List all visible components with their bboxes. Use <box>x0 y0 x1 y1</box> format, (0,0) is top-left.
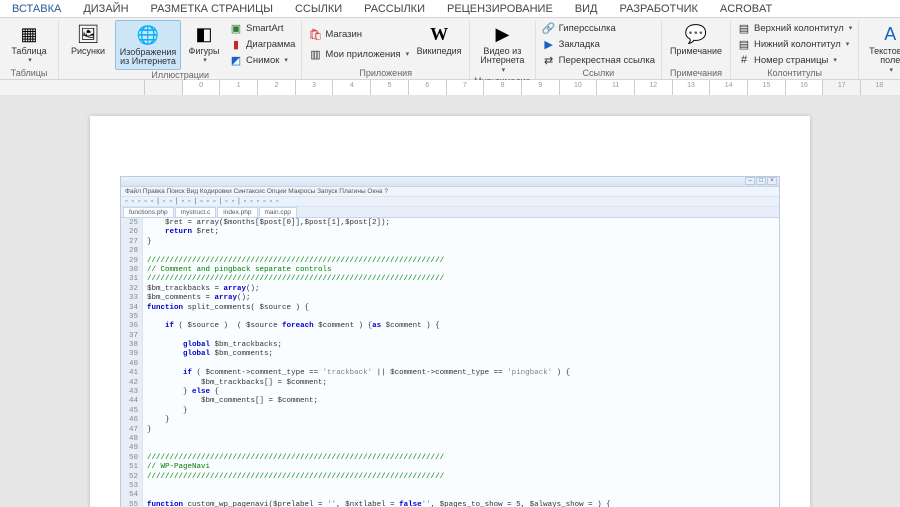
header-icon: ▤ <box>737 21 751 35</box>
group-tables: ▦ Таблица ▾ Таблицы <box>0 20 59 79</box>
tab-дизайн[interactable]: ДИЗАЙН <box>79 1 132 17</box>
label: Фигуры <box>188 47 219 56</box>
video-icon: ▶ <box>490 22 514 46</box>
chart-button[interactable]: ▮Диаграмма <box>227 36 297 52</box>
screenshot-icon: ◩ <box>229 53 243 67</box>
wikipedia-icon: W <box>427 22 451 46</box>
label: Закладка <box>559 39 600 50</box>
label: SmartArt <box>246 23 283 34</box>
store-button[interactable]: 🛍Магазин <box>306 26 411 42</box>
label: Нижний колонтитул <box>754 39 841 50</box>
document-area: – □ × Файл Правка Поиск Вид Кодировки Си… <box>0 96 900 507</box>
table-button[interactable]: ▦ Таблица ▾ <box>4 20 54 66</box>
label: Видео из Интернета <box>476 47 528 66</box>
group-apps: 🛍Магазин ▥Мои приложения▾ W Википедия Пр… <box>302 20 470 79</box>
pictures-button[interactable]: 🖼 Рисунки <box>63 20 113 58</box>
bookmark-button[interactable]: ▶Закладка <box>540 36 657 52</box>
label: Википедия <box>417 47 462 56</box>
max-icon: □ <box>756 177 766 185</box>
footer-icon: ▤ <box>737 37 751 51</box>
smartart-icon: ▣ <box>229 21 243 35</box>
apps-icon: ▥ <box>308 47 322 61</box>
ruler[interactable]: 0123456789101112131415161718 <box>0 80 900 96</box>
editor-tab: index.php <box>217 207 257 217</box>
smartart-button[interactable]: ▣SmartArt <box>227 20 297 36</box>
tab-acrobat[interactable]: ACROBAT <box>716 1 776 17</box>
myapps-button[interactable]: ▥Мои приложения▾ <box>306 46 411 62</box>
group-notes: 💬 Примечание Примечания <box>662 20 731 79</box>
tab-разработчик[interactable]: РАЗРАБОТЧИК <box>616 1 702 17</box>
label: Изображения из Интернета <box>118 48 178 67</box>
screenshot-button[interactable]: ◩Снимок▾ <box>227 52 297 68</box>
crossref-icon: ⇄ <box>542 53 556 67</box>
editor-titlebar: – □ × <box>121 177 779 187</box>
header-button[interactable]: ▤Верхний колонтитул▾ <box>735 20 854 36</box>
editor-tab: functions.php <box>123 207 174 217</box>
editor-tab: mystruct.c <box>175 207 217 217</box>
footer-button[interactable]: ▤Нижний колонтитул▾ <box>735 36 854 52</box>
source: $ret = array($months[$post[0]],$post[1],… <box>143 218 779 507</box>
shapes-icon: ◧ <box>192 22 216 46</box>
code-editor-screenshot: – □ × Файл Правка Поиск Вид Кодировки Си… <box>120 176 780 507</box>
hyperlink-button[interactable]: 🔗Гиперссылка <box>540 20 657 36</box>
label: Снимок <box>246 55 279 66</box>
group-label: Таблицы <box>11 68 48 79</box>
tab-вставка[interactable]: ВСТАВКА <box>8 1 65 17</box>
table-label: Таблица <box>11 47 46 56</box>
chart-icon: ▮ <box>229 37 243 51</box>
close-icon: × <box>767 177 777 185</box>
label: Магазин <box>325 29 362 40</box>
table-icon: ▦ <box>17 22 41 46</box>
comment-icon: 💬 <box>684 22 708 46</box>
comment-button[interactable]: 💬 Примечание <box>666 20 726 58</box>
crossref-button[interactable]: ⇄Перекрестная ссылка <box>540 52 657 68</box>
code-area: 2526272829303132333435363738394041424344… <box>121 218 779 507</box>
tab-разметка страницы[interactable]: РАЗМЕТКА СТРАНИЦЫ <box>147 1 277 17</box>
label: Перекрестная ссылка <box>559 55 655 66</box>
label: Диаграмма <box>246 39 295 50</box>
shapes-button[interactable]: ◧ Фигуры ▾ <box>183 20 225 66</box>
online-pictures-button[interactable]: 🌐 Изображения из Интернета <box>115 20 181 70</box>
editor-tab: main.cpp <box>259 207 297 217</box>
tab-ссылки[interactable]: ССЫЛКИ <box>291 1 346 17</box>
group-label: Ссылки <box>582 68 614 79</box>
bookmark-icon: ▶ <box>542 37 556 51</box>
label: Верхний колонтитул <box>754 23 844 34</box>
editor-menu: Файл Правка Поиск Вид Кодировки Синтакси… <box>121 187 779 197</box>
group-headfoot: ▤Верхний колонтитул▾ ▤Нижний колонтитул▾… <box>731 20 859 79</box>
pagenum-icon: # <box>737 53 751 67</box>
store-icon: 🛍 <box>308 27 322 41</box>
wikipedia-button[interactable]: W Википедия <box>413 20 465 58</box>
globe-icon: 🌐 <box>136 23 160 47</box>
group-label: Примечания <box>670 68 722 79</box>
editor-toolbar: ▫ ▫ ▫ ▫ ▫ | ▫ ▫ | ▫ ▫ | ▫ ▫ ▫ | ▫ ▫ | ▫ … <box>121 197 779 207</box>
tab-вид[interactable]: ВИД <box>571 1 602 17</box>
pagenum-button[interactable]: #Номер страницы▾ <box>735 52 854 68</box>
textbox-icon: A <box>878 22 900 46</box>
label: Номер страницы <box>754 55 828 66</box>
video-button[interactable]: ▶ Видео из Интернета ▾ <box>474 20 530 76</box>
page: – □ × Файл Правка Поиск Вид Кодировки Си… <box>90 116 810 507</box>
group-label: Приложения <box>359 68 412 79</box>
label: Гиперссылка <box>559 23 616 34</box>
min-icon: – <box>745 177 755 185</box>
picture-icon: 🖼 <box>76 22 100 46</box>
ribbon: ▦ Таблица ▾ Таблицы 🖼 Рисунки 🌐 Изображе… <box>0 18 900 80</box>
gutter: 2526272829303132333435363738394041424344… <box>121 218 143 507</box>
label: Рисунки <box>71 47 105 56</box>
tab-рассылки[interactable]: РАССЫЛКИ <box>360 1 429 17</box>
link-icon: 🔗 <box>542 21 556 35</box>
group-links: 🔗Гиперссылка ▶Закладка ⇄Перекрестная ссы… <box>536 20 662 79</box>
group-text: A Текстовое поле ▾ ▦▾ A▾ A▾ ✎▾ 📅 ▢▾ Текс… <box>859 20 900 79</box>
label: Мои приложения <box>325 49 400 60</box>
label: Примечание <box>670 47 722 56</box>
group-illustrations: 🖼 Рисунки 🌐 Изображения из Интернета ◧ Ф… <box>59 20 302 79</box>
tab-рецензирование[interactable]: РЕЦЕНЗИРОВАНИЕ <box>443 1 557 17</box>
label: Текстовое поле <box>865 47 900 66</box>
group-media: ▶ Видео из Интернета ▾ Мультимедиа <box>470 20 536 79</box>
textbox-button[interactable]: A Текстовое поле ▾ <box>863 20 900 76</box>
editor-tabs: functions.phpmystruct.cindex.phpmain.cpp <box>121 207 779 218</box>
ribbon-tabs: ВСТАВКА ДИЗАЙН РАЗМЕТКА СТРАНИЦЫ ССЫЛКИ РАСС… <box>0 0 900 18</box>
group-label: Колонтитулы <box>767 68 822 79</box>
